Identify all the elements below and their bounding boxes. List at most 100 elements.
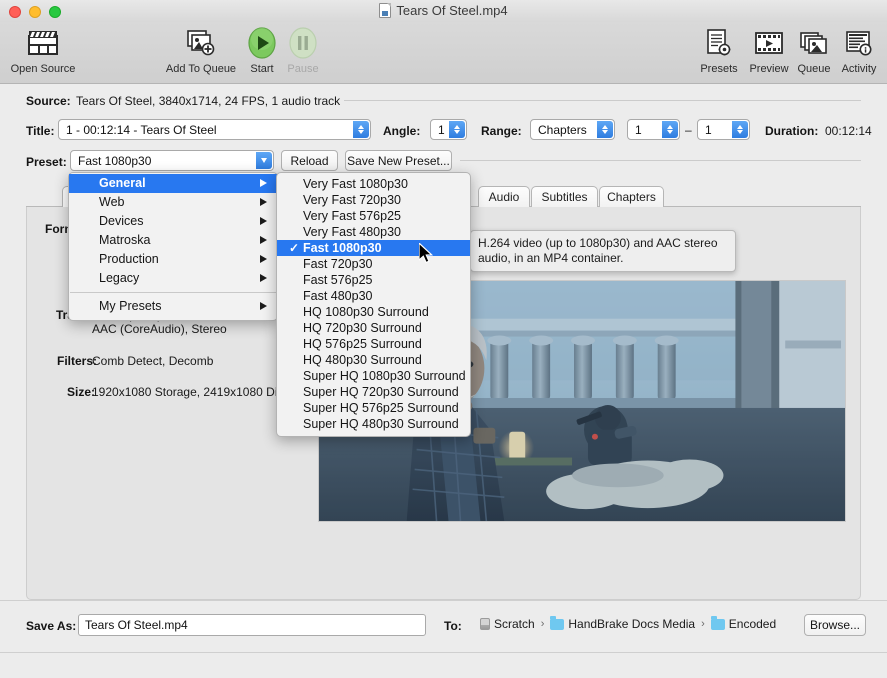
path-item-encoded[interactable]: Encoded [711,617,776,631]
chevron-right-icon [260,179,267,187]
handbrake-window: Tears Of Steel.mp4 Open S [0,0,887,678]
checkmark-icon: ✓ [289,240,299,256]
size-value: 1920x1080 Storage, 2419x1080 Dis [92,385,283,399]
preset-item-very-fast-1080p30[interactable]: Very Fast 1080p30 [277,176,470,192]
tab-chapters[interactable]: Chapters [599,186,664,207]
preview-film-icon [755,26,783,60]
queue-stack-icon [800,26,828,60]
activity-button[interactable]: Activity [836,26,882,75]
size-label: Size: [67,385,95,399]
range-type-select[interactable]: Chapters [530,119,615,140]
browse-button[interactable]: Browse... [804,614,866,636]
save-as-input[interactable]: Tears Of Steel.mp4 [78,614,426,636]
preset-item-fast-720p30[interactable]: Fast 720p30 [277,256,470,272]
range-start-value: 1 [635,123,642,137]
preset-item-label: Very Fast 720p30 [303,193,401,207]
chevron-right-icon [260,255,267,263]
folder-icon [550,619,564,630]
queue-label: Queue [797,63,830,75]
range-end-stepper-icon[interactable] [732,121,748,138]
angle-stepper-icon[interactable] [449,121,465,138]
path-item-handbrake-docs-media[interactable]: HandBrake Docs Media [550,617,695,631]
path-item-handbrake-docs-media-label: HandBrake Docs Media [568,617,695,631]
menu-item-production[interactable]: Production [69,250,277,269]
menu-item-general[interactable]: General [69,174,277,193]
range-type-stepper-icon[interactable] [597,121,613,138]
presets-icon [706,26,732,60]
menu-item-production-label: Production [99,252,159,266]
chevron-right-icon [260,302,267,310]
preset-item-label: HQ 1080p30 Surround [303,305,429,319]
title-select-value: 1 - 00:12:14 - Tears Of Steel [66,123,217,137]
destination-path[interactable]: Scratch › HandBrake Docs Media › Encoded [480,617,776,631]
window-title-text: Tears Of Steel.mp4 [396,3,507,18]
menu-item-my-presets-label: My Presets [99,299,162,313]
preset-item-label: Very Fast 1080p30 [303,177,408,191]
menu-item-web-label: Web [99,195,124,209]
preset-item-hq-576p25-surround[interactable]: HQ 576p25 Surround [277,336,470,352]
preset-category-menu[interactable]: General Web Devices Matroska Production … [68,172,278,321]
preview-button[interactable]: Preview [745,26,793,75]
preset-item-fast-1080p30[interactable]: ✓ Fast 1080p30 [277,240,470,256]
queue-button[interactable]: Queue [795,26,833,75]
activity-log-icon [846,26,872,60]
menu-item-legacy[interactable]: Legacy [69,269,277,288]
source-value: Tears Of Steel, 3840x1714, 24 FPS, 1 aud… [76,94,340,108]
preset-item-hq-1080p30-surround[interactable]: HQ 1080p30 Surround [277,304,470,320]
preset-item-fast-480p30[interactable]: Fast 480p30 [277,288,470,304]
preview-label: Preview [749,63,788,75]
path-separator: › [541,618,545,630]
preset-item-super-hq-720p30-surround[interactable]: Super HQ 720p30 Surround [277,384,470,400]
range-start-stepper[interactable]: 1 [627,119,680,140]
menu-item-devices[interactable]: Devices [69,212,277,231]
preset-dropdown-icon[interactable] [256,152,272,169]
range-start-stepper-icon[interactable] [662,121,678,138]
menu-item-web[interactable]: Web [69,193,277,212]
tab-audio[interactable]: Audio [478,186,530,207]
preset-select[interactable]: Fast 1080p30 [70,150,274,171]
range-end-stepper[interactable]: 1 [697,119,750,140]
preset-item-fast-576p25[interactable]: Fast 576p25 [277,272,470,288]
angle-label: Angle: [383,124,420,138]
title-label: Title: [26,124,54,138]
preset-item-label: Fast 576p25 [303,273,373,287]
window-titlebar: Tears Of Steel.mp4 [0,0,887,22]
preset-item-hq-720p30-surround[interactable]: HQ 720p30 Surround [277,320,470,336]
preset-label: Preset: [26,155,67,169]
path-item-scratch[interactable]: Scratch [480,617,535,631]
preset-item-super-hq-576p25-surround[interactable]: Super HQ 576p25 Surround [277,400,470,416]
source-divider [344,100,861,101]
start-label: Start [250,63,273,75]
open-source-label: Open Source [11,63,76,75]
preset-item-super-hq-1080p30-surround[interactable]: Super HQ 1080p30 Surround [277,368,470,384]
angle-select[interactable]: 1 [430,119,467,140]
menu-item-my-presets[interactable]: My Presets [69,297,277,316]
preset-item-hq-480p30-surround[interactable]: HQ 480p30 Surround [277,352,470,368]
pause-button[interactable]: Pause [283,26,323,75]
bottom-divider [0,652,887,653]
presets-button[interactable]: Presets [697,26,741,75]
duration-label: Duration: [765,124,818,138]
preset-item-label: Super HQ 1080p30 Surround [303,369,466,383]
save-new-preset-button[interactable]: Save New Preset... [345,150,452,171]
tab-subtitles[interactable]: Subtitles [531,186,598,207]
title-select[interactable]: 1 - 00:12:14 - Tears Of Steel [58,119,371,140]
save-as-label: Save As: [26,619,76,633]
start-button[interactable]: Start [243,26,281,75]
range-type-value: Chapters [538,123,587,137]
angle-value: 1 [438,123,445,137]
preset-item-super-hq-480p30-surround[interactable]: Super HQ 480p30 Surround [277,416,470,432]
reload-button[interactable]: Reload [281,150,338,171]
preset-item-very-fast-480p30[interactable]: Very Fast 480p30 [277,224,470,240]
chevron-right-icon [260,236,267,244]
open-source-button[interactable]: Open Source [8,26,78,75]
preset-item-very-fast-720p30[interactable]: Very Fast 720p30 [277,192,470,208]
menu-item-matroska[interactable]: Matroska [69,231,277,250]
preset-submenu[interactable]: Very Fast 1080p30 Very Fast 720p30 Very … [276,172,471,437]
title-stepper-icon[interactable] [353,121,369,138]
window-title: Tears Of Steel.mp4 [0,3,887,18]
add-to-queue-button[interactable]: Add To Queue [165,26,237,75]
preset-item-very-fast-576p25[interactable]: Very Fast 576p25 [277,208,470,224]
to-label: To: [444,619,462,633]
duration-value: 00:12:14 [825,124,872,138]
